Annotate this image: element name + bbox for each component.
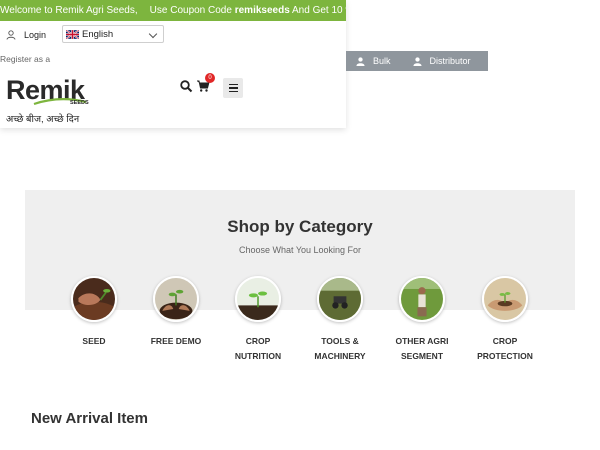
hamburger-line	[228, 87, 238, 89]
announcement-prefix: Welcome to Remik Agri Seeds,	[0, 5, 138, 16]
site-logo[interactable]: Remik SEEDS अच्छे बीज, अच्छे दिन	[6, 76, 96, 126]
chevron-down-icon	[148, 29, 158, 39]
category-label: CROP PROTECTION	[470, 334, 540, 364]
category-label-line2: MACHINERY	[314, 351, 366, 361]
sprout-image	[237, 278, 279, 320]
new-arrival-heading: New Arrival Item	[31, 410, 148, 427]
category-section-subtitle: Choose What You Looking For	[238, 245, 362, 255]
category-label: SEED	[59, 334, 129, 349]
language-select-value: English	[82, 28, 114, 40]
category-label-line1: FREE DEMO	[150, 336, 202, 346]
category-crop-nutrition[interactable]: CROP NUTRITION	[223, 276, 293, 364]
category-label-line1: CROP	[245, 336, 271, 346]
login-link[interactable]: Login	[24, 30, 46, 40]
seed-hand-image	[73, 278, 115, 320]
category-image-other-agri	[399, 276, 445, 322]
category-label-line2: PROTECTION	[477, 351, 533, 361]
category-tools-machinery[interactable]: TOOLS & MACHINERY	[305, 276, 375, 364]
language-select[interactable]: English	[62, 25, 164, 43]
hamburger-line	[228, 83, 238, 86]
category-label-line1: TOOLS &	[321, 336, 359, 346]
distributor-link[interactable]: Distributor	[412, 56, 471, 66]
bulk-link[interactable]: Bulk	[356, 56, 391, 66]
category-label-line1: OTHER AGRI	[395, 336, 449, 346]
category-label: FREE DEMO	[141, 334, 211, 349]
category-label: TOOLS & MACHINERY	[305, 334, 375, 364]
coupon-code: remikseeds	[234, 5, 290, 16]
hamburger-line	[228, 90, 238, 93]
search-icon[interactable]	[179, 79, 193, 93]
menu-hamburger-button[interactable]	[223, 78, 243, 98]
announcement-coupon-text: Use Coupon Code	[149, 5, 232, 16]
category-label-line1: SEED	[82, 336, 106, 346]
cart-count-badge: 0	[205, 73, 215, 83]
category-image-tools-machinery	[317, 276, 363, 322]
distributor-label: Distributor	[429, 56, 471, 66]
user-outline-icon	[6, 30, 16, 40]
plant-hands-image	[155, 278, 197, 320]
register-role-bar: Bulk Distributor	[346, 51, 488, 71]
hands-seedling-image	[484, 278, 526, 320]
register-as-label: Register as a	[0, 54, 51, 64]
category-label-line1: CROP	[492, 336, 518, 346]
announcement-bar: Welcome to Remik Agri Seeds, Use Coupon C…	[0, 0, 346, 21]
logo-sub: SEEDS	[70, 100, 89, 106]
tractor-field-image	[319, 278, 361, 320]
login-row: Login English	[0, 25, 164, 44]
category-label-line2: SEGMENT	[400, 351, 444, 361]
announcement-suffix: And Get 10 % off	[292, 5, 346, 16]
category-crop-protection[interactable]: CROP PROTECTION	[470, 276, 540, 364]
category-image-free-demo	[153, 276, 199, 322]
user-icon	[412, 56, 422, 66]
uk-flag-icon	[66, 29, 79, 39]
category-free-demo[interactable]: FREE DEMO	[141, 276, 211, 349]
site-header: Welcome to Remik Agri Seeds, Use Coupon C…	[0, 0, 346, 128]
logo-tagline: अच्छे बीज, अच्छे दिन	[6, 114, 80, 125]
category-image-seed	[71, 276, 117, 322]
category-other-agri-segment[interactable]: OTHER AGRI SEGMENT	[387, 276, 457, 364]
category-image-crop-nutrition	[235, 276, 281, 322]
category-image-crop-protection	[482, 276, 528, 322]
category-section-title: Shop by Category	[227, 217, 373, 236]
page: Welcome to Remik Agri Seeds, Use Coupon C…	[0, 0, 600, 450]
bulk-label: Bulk	[373, 56, 391, 66]
category-seed[interactable]: SEED	[59, 276, 129, 349]
farmer-field-image	[401, 278, 443, 320]
user-icon	[356, 56, 365, 66]
category-label: CROP NUTRITION	[223, 334, 293, 364]
category-label-line2: NUTRITION	[234, 351, 282, 361]
category-label: OTHER AGRI SEGMENT	[387, 334, 457, 364]
